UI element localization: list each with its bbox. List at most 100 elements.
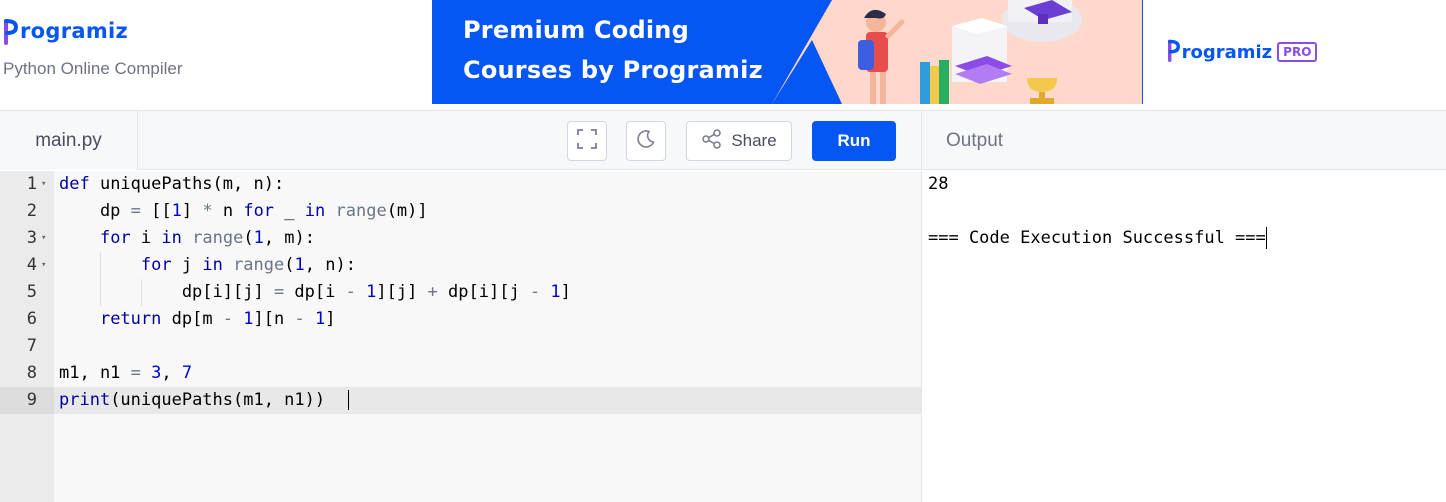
- line-number: 9: [0, 387, 54, 414]
- code-line[interactable]: m1, n1 = 3, 7: [54, 360, 921, 387]
- code-token: dp[i][j]: [59, 282, 274, 302]
- programiz-pro-logo: rogramiz PRO: [1167, 37, 1318, 68]
- code-token: _: [274, 201, 305, 221]
- line-number-text: 2: [26, 201, 37, 221]
- code-token: dp: [59, 201, 131, 221]
- code-token: 1: [253, 228, 264, 248]
- line-number: 7: [0, 333, 54, 360]
- code-token: -: [222, 309, 234, 329]
- code-token: 1: [315, 309, 326, 329]
- code-line[interactable]: return dp[m - 1][n - 1]: [54, 306, 921, 333]
- line-number-text: 8: [26, 363, 37, 383]
- fullscreen-button[interactable]: [567, 121, 607, 161]
- code-token: i: [130, 228, 162, 248]
- code-token: 1: [366, 282, 377, 302]
- banner-illustration: [772, 0, 1142, 104]
- code-token: 3: [151, 363, 162, 383]
- banner-line-2: Courses by Programiz: [463, 56, 763, 84]
- code-token: =: [130, 363, 141, 383]
- code-token: ][n: [253, 309, 295, 329]
- code-line[interactable]: [54, 333, 921, 360]
- code-token: ,: [161, 363, 182, 383]
- code-token: ]: [325, 309, 336, 329]
- code-token: dp[i: [284, 282, 346, 302]
- code-line[interactable]: dp[i][j] = dp[i - 1][j] + dp[i][j - 1]: [54, 279, 921, 306]
- banner-line-1: Premium Coding: [463, 16, 689, 44]
- code-line[interactable]: for j in range(1, n):: [54, 252, 921, 279]
- file-tab-main-py[interactable]: main.py: [0, 111, 138, 170]
- share-button[interactable]: Share: [686, 121, 792, 161]
- line-number-text: 9: [26, 390, 37, 410]
- code-line[interactable]: for i in range(1, m):: [54, 225, 921, 252]
- code-token: ]: [181, 201, 203, 221]
- code-token: j: [171, 255, 203, 275]
- code-token: [[: [140, 201, 172, 221]
- line-number-text: 7: [26, 336, 37, 356]
- logo-text: rogramiz: [20, 19, 129, 43]
- fold-arrow-icon[interactable]: ▾: [41, 171, 46, 198]
- code-token: for: [243, 201, 275, 221]
- code-token: -: [529, 282, 541, 302]
- code-token: ][j]: [376, 282, 428, 302]
- line-number-gutter: 1 ▾ 2 3 ▾ 4 ▾ 5 6 7 8 9: [0, 171, 54, 502]
- code-token: -: [345, 282, 356, 302]
- line-number: 8: [0, 360, 54, 387]
- share-label: Share: [731, 131, 777, 150]
- line-number-text: 4: [26, 255, 37, 275]
- code-token: (: [243, 228, 254, 248]
- code-token: , n):: [304, 255, 356, 275]
- line-number: 6: [0, 306, 54, 333]
- theme-toggle-button[interactable]: [626, 121, 666, 161]
- output-tab: Output: [921, 111, 1446, 170]
- line-number: 4 ▾: [0, 252, 54, 279]
- code-token: uniquePaths(m, n):: [89, 174, 285, 194]
- code-line[interactable]: print(uniquePaths(m1, n1)): [54, 387, 921, 414]
- code-token: in: [304, 201, 326, 221]
- code-line[interactable]: dp = [[1] * n for _ in range(m)]: [54, 198, 921, 225]
- moon-icon: [636, 129, 656, 154]
- line-number-text: 1: [26, 174, 37, 194]
- fullscreen-icon: [576, 128, 598, 155]
- line-number: 2: [0, 198, 54, 225]
- share-icon: [701, 128, 723, 155]
- code-token: , m):: [263, 228, 315, 248]
- code-token: +: [427, 282, 438, 302]
- code-token: dp[m: [161, 309, 223, 329]
- output-text: === Code Execution Successful ===: [928, 228, 1266, 248]
- code-token: range: [233, 255, 285, 275]
- code-token: 7: [181, 363, 193, 383]
- code-token: print: [59, 390, 111, 410]
- page-subtitle: Python Online Compiler: [3, 59, 183, 78]
- code-token: *: [202, 201, 213, 221]
- indent-guide: [140, 279, 142, 306]
- line-number: 3 ▾: [0, 225, 54, 252]
- fold-arrow-icon[interactable]: ▾: [41, 252, 46, 279]
- output-line: === Code Execution Successful ===: [928, 225, 1267, 252]
- code-area[interactable]: def uniquePaths(m, n): dp = [[1] * n for…: [54, 171, 921, 502]
- output-console[interactable]: 28 === Code Execution Successful ===: [921, 171, 1446, 502]
- line-number-text: 6: [26, 309, 37, 329]
- indent-guide: [99, 252, 101, 279]
- output-text: 28: [928, 174, 949, 194]
- line-number: 5: [0, 279, 54, 306]
- promo-banner[interactable]: Premium Coding Courses by Programiz rogr…: [432, 0, 1342, 104]
- code-token: 1: [294, 255, 305, 275]
- fold-arrow-icon[interactable]: ▾: [41, 225, 46, 252]
- pro-logo-panel: rogramiz PRO: [1143, 0, 1342, 104]
- code-token: =: [273, 282, 285, 302]
- code-token: =: [130, 201, 141, 221]
- line-number-text: 3: [26, 228, 37, 248]
- code-token: dp[i][j: [437, 282, 530, 302]
- run-button[interactable]: Run: [812, 121, 896, 161]
- programiz-logo[interactable]: rogramiz: [4, 16, 128, 46]
- code-line[interactable]: def uniquePaths(m, n):: [54, 171, 921, 198]
- code-editor[interactable]: 1 ▾ 2 3 ▾ 4 ▾ 5 6 7 8 9 def uniquePaths(m, n): dp =…: [0, 171, 921, 502]
